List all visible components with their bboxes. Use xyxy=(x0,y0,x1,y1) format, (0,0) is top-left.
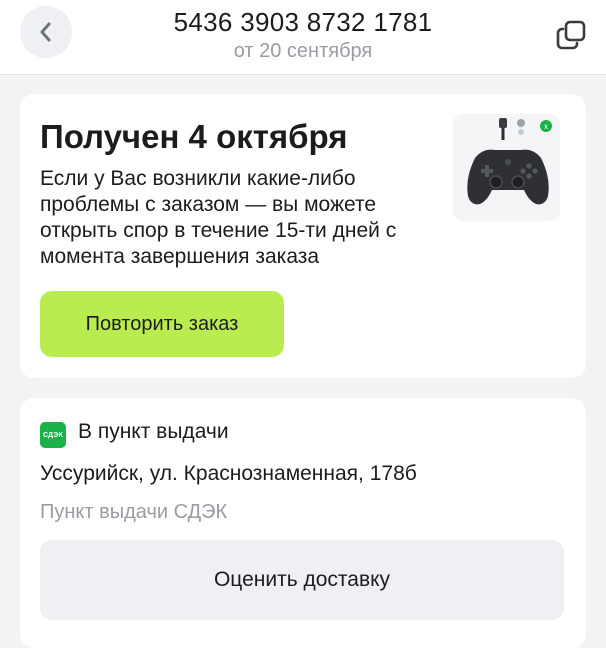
status-title: Получен 4 октября xyxy=(40,118,348,155)
delivery-type: В пункт выдачи xyxy=(78,420,229,443)
status-description: Если у Вас возникли какие-либо проблемы … xyxy=(40,167,397,268)
order-number: 5436 3903 8732 1781 xyxy=(173,7,433,37)
cdek-logo: СДЭК xyxy=(40,422,66,448)
pickup-point-name: Пункт выдачи СДЭК xyxy=(40,501,228,523)
copy-icon xyxy=(556,20,586,50)
delivery-address: Уссурийск, ул. Краснознаменная, 178б xyxy=(40,462,417,485)
rate-delivery-button[interactable]: Оценить доставку xyxy=(40,540,564,620)
order-status-card: Получен 4 октября Если у Вас возникли ка… xyxy=(20,94,586,378)
top-bar: 5436 3903 8732 1781 от 20 сентября xyxy=(0,0,606,75)
product-thumbnail[interactable]: x xyxy=(453,114,560,221)
delivery-card: СДЭК В пункт выдачи Уссурийск, ул. Красн… xyxy=(20,398,586,648)
gamepad-controller-image: x xyxy=(467,118,552,205)
svg-text:x: x xyxy=(544,122,548,131)
cdek-logo-text: СДЭК xyxy=(42,431,63,439)
order-date: от 20 сентября xyxy=(233,40,373,62)
copy-button[interactable] xyxy=(554,18,588,52)
repeat-order-button[interactable]: Повторить заказ xyxy=(40,291,284,357)
